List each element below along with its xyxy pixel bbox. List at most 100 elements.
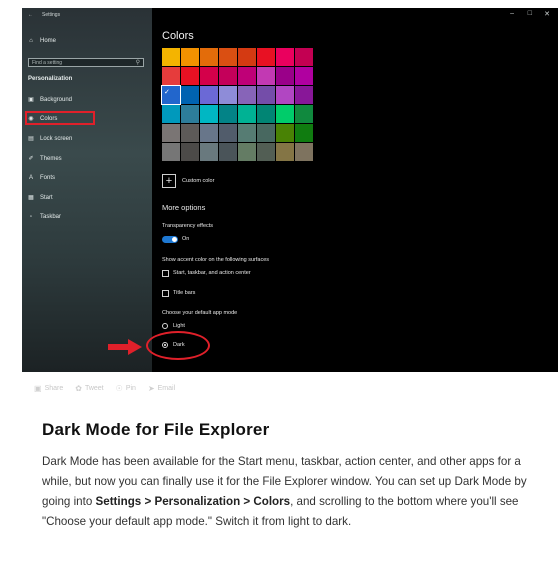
share-button[interactable]: ▣ Share [34, 384, 63, 393]
accent-surfaces-label: Show accent color on the following surfa… [162, 257, 270, 263]
email-label: Email [157, 385, 176, 392]
color-swatch[interactable] [257, 124, 275, 142]
color-swatch[interactable] [257, 67, 275, 85]
color-swatch[interactable] [219, 67, 237, 85]
start-icon: ▦ [28, 195, 34, 201]
color-swatch[interactable] [276, 143, 294, 161]
light-mode-radio[interactable] [162, 323, 168, 329]
color-swatch[interactable] [200, 143, 218, 161]
taskbar-icon: ▫ [29, 214, 33, 220]
color-swatch[interactable] [257, 86, 275, 104]
settings-main-pane: – □ ✕ Colors ✓ + Custom color More optio… [152, 8, 558, 372]
color-swatch[interactable] [276, 67, 294, 85]
color-swatch[interactable] [238, 86, 256, 104]
sidebar-item-home[interactable]: ⌂ Home [28, 38, 56, 44]
color-swatch[interactable] [181, 124, 199, 142]
sidebar-item-start[interactable]: ▦ Start [28, 194, 53, 202]
color-swatch[interactable] [219, 143, 237, 161]
app-mode-label: Choose your default app mode [162, 310, 238, 316]
light-mode-label: Light [173, 323, 185, 329]
color-swatch[interactable] [200, 86, 218, 104]
color-swatch[interactable] [295, 67, 313, 85]
sidebar-item-background[interactable]: ▣ Background [28, 96, 72, 104]
font-icon: A [28, 175, 33, 181]
color-swatch[interactable] [162, 67, 180, 85]
color-swatch[interactable] [238, 124, 256, 142]
color-swatch[interactable] [238, 143, 256, 161]
color-swatch[interactable] [295, 86, 313, 104]
article-heading: Dark Mode for File Explorer [42, 420, 270, 439]
color-swatch[interactable] [238, 105, 256, 123]
settings-screenshot: ← Settings ⌂ Home Find a setting ⚲ Perso… [22, 8, 558, 372]
color-swatch[interactable] [295, 143, 313, 161]
search-input[interactable]: Find a setting ⚲ [28, 58, 144, 67]
sidebar-item-lock-screen[interactable]: ▤ Lock screen [28, 135, 73, 143]
color-swatch[interactable] [162, 124, 180, 142]
color-swatch[interactable] [162, 105, 180, 123]
colors-highlight-box [25, 111, 95, 125]
transparency-state: On [182, 236, 190, 242]
color-swatch[interactable] [295, 48, 313, 66]
start-taskbar-checkbox[interactable] [162, 270, 169, 277]
custom-color-label: Custom color [182, 178, 215, 184]
color-swatch[interactable] [257, 143, 275, 161]
color-swatch[interactable] [257, 105, 275, 123]
color-swatch[interactable] [276, 86, 294, 104]
color-swatch[interactable]: ✓ [161, 85, 181, 105]
transparency-label: Transparency effects [162, 223, 214, 229]
color-swatch[interactable] [276, 105, 294, 123]
color-swatch[interactable] [257, 48, 275, 66]
back-arrow-icon[interactable]: ← [28, 12, 33, 18]
sidebar-item-taskbar[interactable]: ▫ Taskbar [28, 214, 61, 220]
color-swatch[interactable] [276, 48, 294, 66]
color-swatch[interactable] [219, 124, 237, 142]
color-swatch[interactable] [181, 48, 199, 66]
search-icon: ⚲ [135, 60, 140, 66]
window-title: Settings [42, 12, 61, 18]
sidebar-item-label: Taskbar [40, 214, 62, 220]
red-arrow-icon [108, 339, 142, 355]
color-swatch[interactable] [295, 124, 313, 142]
color-swatch[interactable] [219, 48, 237, 66]
page-title: Colors [162, 30, 194, 42]
checkmark-icon: ✓ [164, 89, 170, 96]
color-swatch[interactable] [200, 48, 218, 66]
transparency-toggle[interactable] [162, 236, 178, 243]
color-swatch[interactable] [162, 143, 180, 161]
title-bars-checkbox[interactable] [162, 290, 169, 297]
home-icon: ⌂ [29, 38, 33, 44]
color-swatch[interactable] [181, 67, 199, 85]
sidebar-item-label: Themes [40, 155, 62, 162]
minimize-button[interactable]: – [510, 10, 514, 17]
color-swatch[interactable] [295, 105, 313, 123]
send-icon: ➤ [147, 384, 155, 393]
sidebar-item-label: Lock screen [40, 135, 73, 142]
sidebar-item-fonts[interactable]: A Fonts [28, 175, 55, 181]
section-personalization: Personalization [28, 76, 72, 82]
custom-color-button[interactable]: + [162, 174, 176, 188]
color-swatch[interactable] [200, 105, 218, 123]
color-swatch[interactable] [200, 124, 218, 142]
color-swatch[interactable] [181, 105, 199, 123]
color-swatch[interactable] [219, 86, 237, 104]
color-swatch[interactable] [238, 67, 256, 85]
settings-sidebar: ← Settings ⌂ Home Find a setting ⚲ Perso… [22, 8, 152, 372]
maximize-button[interactable]: □ [528, 10, 532, 17]
pin-button[interactable]: ☉ Pin [116, 384, 136, 393]
color-swatch[interactable] [238, 48, 256, 66]
sidebar-item-label: Start [40, 194, 53, 201]
color-swatch[interactable] [162, 48, 180, 66]
tweet-button[interactable]: ✿ Tweet [75, 384, 103, 393]
more-options-heading: More options [162, 203, 206, 212]
pin-label: Pin [125, 385, 136, 392]
start-taskbar-label: Start, taskbar, and action center [173, 270, 251, 276]
sidebar-item-themes[interactable]: ✐ Themes [28, 155, 62, 163]
color-swatch[interactable] [181, 86, 199, 104]
close-button[interactable]: ✕ [544, 10, 550, 18]
color-swatch[interactable] [219, 105, 237, 123]
email-button[interactable]: ➤ Email [148, 384, 175, 393]
color-swatch[interactable] [200, 67, 218, 85]
color-swatch[interactable] [181, 143, 199, 161]
dark-mode-highlight-ellipse [146, 331, 210, 360]
color-swatch[interactable] [276, 124, 294, 142]
